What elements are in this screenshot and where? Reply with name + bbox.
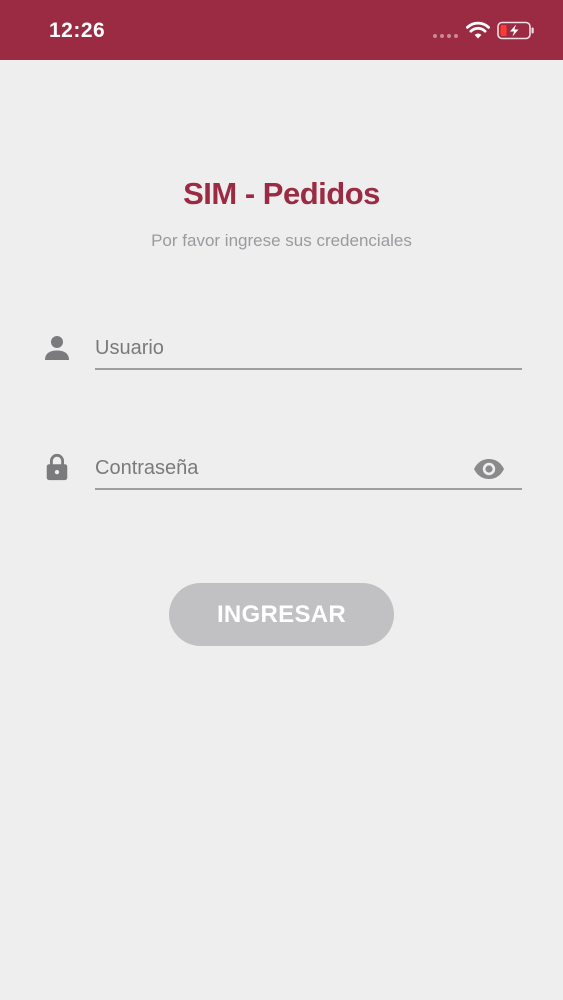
status-time: 12:26 <box>49 19 106 42</box>
status-bar: 12:26 <box>0 0 563 60</box>
username-input[interactable] <box>95 328 522 370</box>
battery-charging-icon <box>497 21 534 40</box>
password-input[interactable] <box>95 448 522 490</box>
lock-icon <box>46 454 68 481</box>
login-button[interactable]: INGRESAR <box>169 583 394 646</box>
eye-icon[interactable] <box>473 457 505 481</box>
person-icon <box>45 336 69 360</box>
wifi-icon <box>466 21 490 39</box>
app-title: SIM - Pedidos <box>183 176 380 211</box>
app-subtitle: Por favor ingrese sus credenciales <box>151 231 412 250</box>
cellular-signal-icon <box>433 34 458 38</box>
